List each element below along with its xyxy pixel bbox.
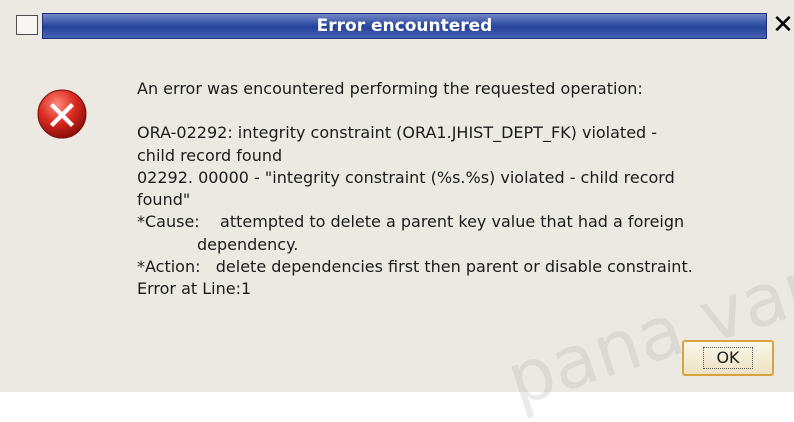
title-bar: Error encountered ✕ — [0, 0, 794, 50]
close-icon: ✕ — [772, 10, 794, 40]
error-x-icon — [37, 89, 87, 139]
ok-button[interactable]: OK — [682, 340, 774, 376]
error-message: An error was encountered performing the … — [137, 78, 782, 301]
message-line: child record found — [137, 145, 283, 165]
message-line: found" — [137, 190, 191, 210]
message-line: *Action: delete dependencies first then … — [137, 257, 693, 277]
ok-button-label: OK — [703, 347, 753, 369]
message-line: dependency. — [197, 234, 299, 254]
window-menu-button[interactable] — [16, 15, 38, 35]
message-line: Error at Line:1 — [137, 279, 252, 299]
message-line: An error was encountered performing the … — [137, 79, 643, 98]
dialog-title: Error encountered — [316, 16, 493, 36]
error-dialog: Error encountered ✕ An error was encount… — [0, 0, 794, 422]
close-button[interactable]: ✕ — [772, 11, 794, 39]
message-line: 02292. 00000 - "integrity constraint (%s… — [137, 167, 675, 187]
message-line: *Cause: attempted to delete a parent key… — [137, 212, 685, 232]
message-line: ORA-02292: integrity constraint (ORA1.JH… — [137, 123, 658, 143]
